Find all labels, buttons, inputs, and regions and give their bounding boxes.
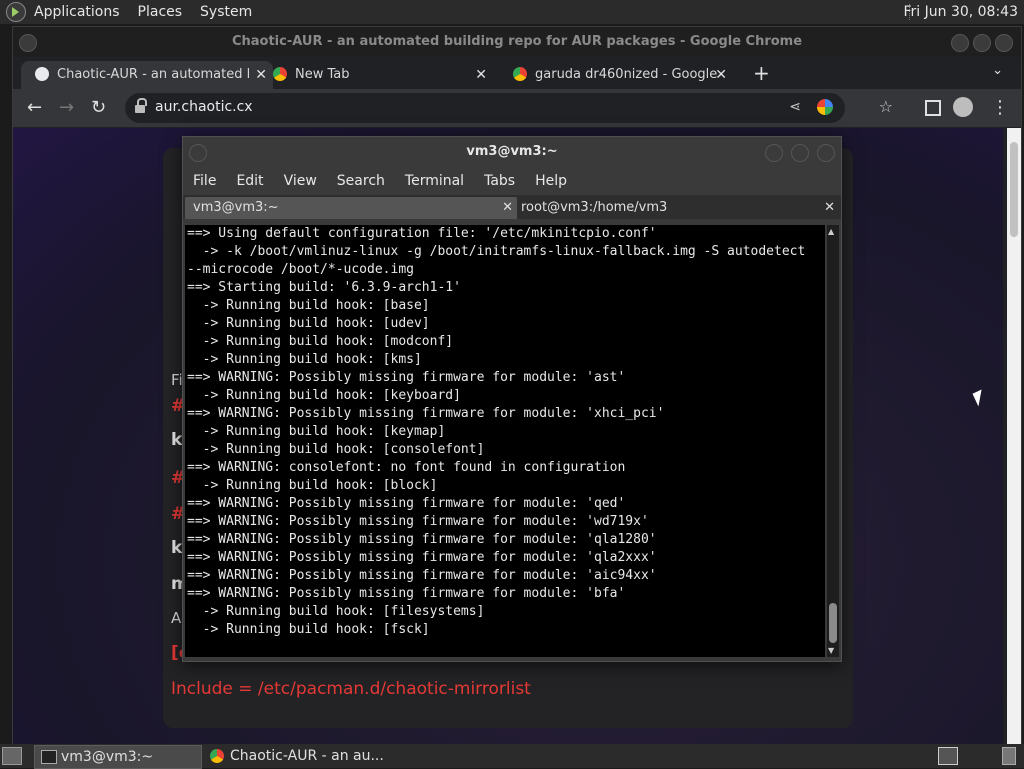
- workspace-switcher-icon[interactable]: [938, 747, 958, 765]
- tab-label: Chaotic-AUR - an automated l: [57, 67, 251, 82]
- page-scrollbar[interactable]: [1007, 128, 1021, 745]
- close-tab-icon[interactable]: ✕: [824, 197, 835, 219]
- maximize-button[interactable]: [973, 34, 991, 52]
- tab-strip: Chaotic-AUR - an automated l ✕ New Tab ✕…: [13, 57, 1021, 110]
- terminal-tab-vm3[interactable]: vm3@vm3:~ ✕: [185, 197, 517, 219]
- menu-applications[interactable]: Applications: [34, 4, 120, 20]
- page-text-fragment: A: [171, 609, 182, 627]
- terminal-scrollbar[interactable]: ▲ ▼: [827, 225, 839, 657]
- tab-chaotic-aur[interactable]: Chaotic-AUR - an automated l ✕: [21, 61, 273, 89]
- menu-tabs[interactable]: Tabs: [484, 173, 515, 189]
- chrome-icon: [210, 749, 224, 763]
- show-desktop-icon[interactable]: [2, 747, 22, 765]
- minimize-button[interactable]: [765, 144, 783, 162]
- close-button[interactable]: [995, 34, 1013, 52]
- tab-google-search[interactable]: garuda dr460nized - Google Se ✕: [511, 61, 733, 110]
- terminal-tab-root[interactable]: root@vm3:/home/vm3 ✕: [513, 197, 839, 219]
- google-lens-icon[interactable]: [817, 99, 833, 115]
- window-menu-button[interactable]: [19, 34, 37, 52]
- menu-file[interactable]: File: [193, 173, 216, 189]
- bookmark-star-icon[interactable]: ☆: [879, 97, 893, 116]
- new-tab-plus-icon[interactable]: +: [753, 61, 770, 85]
- reload-icon[interactable]: ↻: [91, 97, 106, 118]
- clock[interactable]: Fri Jun 30, 08:43: [903, 4, 1018, 20]
- menu-system[interactable]: System: [200, 4, 252, 20]
- page-text-fragment: Include = /etc/pacman.d/chaotic-mirrorli…: [171, 679, 531, 699]
- terminal-output[interactable]: ==> Using default configuration file: '/…: [185, 225, 825, 657]
- page-text-fragment: k: [171, 538, 183, 558]
- side-panel-icon[interactable]: [925, 100, 941, 116]
- scroll-down-icon[interactable]: ▼: [828, 646, 834, 655]
- maximize-button[interactable]: [791, 144, 809, 162]
- taskbar-item-label: Chaotic-AUR - an au...: [230, 748, 384, 764]
- terminal-window: vm3@vm3:~ File Edit View Search Terminal…: [182, 136, 842, 662]
- forward-arrow-icon[interactable]: →: [59, 97, 74, 118]
- scrollbar-thumb[interactable]: [1010, 142, 1018, 237]
- profile-avatar-icon[interactable]: [953, 97, 973, 117]
- share-icon[interactable]: ⋖: [789, 99, 801, 115]
- close-tab-icon[interactable]: ✕: [502, 197, 513, 219]
- tab-new-tab[interactable]: New Tab ✕: [271, 61, 493, 89]
- google-icon: [513, 66, 527, 81]
- terminal-menubar: File Edit View Search Terminal Tabs Help: [183, 167, 841, 195]
- terminal-window-title: vm3@vm3:~: [466, 144, 558, 159]
- tab-search-chevron-icon[interactable]: ⌄: [992, 63, 1003, 78]
- menu-edit[interactable]: Edit: [236, 173, 263, 189]
- close-tab-icon[interactable]: ✕: [715, 61, 727, 89]
- top-panel: Applications Places System Fri Jun 30, 0…: [0, 0, 1024, 24]
- terminal-titlebar[interactable]: vm3@vm3:~: [183, 137, 841, 167]
- chrome-icon: [273, 66, 287, 81]
- distro-logo-icon[interactable]: [6, 2, 26, 22]
- close-tab-icon[interactable]: ✕: [475, 61, 487, 89]
- terminal-tab-label: vm3@vm3:~: [193, 200, 279, 215]
- taskbar-item-terminal[interactable]: vm3@vm3:~: [34, 745, 202, 769]
- close-button[interactable]: [817, 144, 835, 162]
- back-arrow-icon[interactable]: ←: [27, 97, 42, 118]
- menu-help[interactable]: Help: [535, 173, 567, 189]
- browser-toolbar: ← → ↻ aur.chaotic.cx ⋖ ☆ ⋮: [13, 89, 1021, 127]
- url-text[interactable]: aur.chaotic.cx: [155, 99, 253, 115]
- close-tab-icon[interactable]: ✕: [255, 61, 267, 89]
- terminal-tabs: vm3@vm3:~ ✕ root@vm3:/home/vm3 ✕: [183, 195, 841, 219]
- page-text-fragment: k: [171, 430, 183, 450]
- lock-icon[interactable]: [135, 98, 147, 113]
- menu-search[interactable]: Search: [337, 173, 385, 189]
- terminal-tab-label: root@vm3:/home/vm3: [521, 200, 668, 215]
- menu-places[interactable]: Places: [138, 4, 183, 20]
- terminal-icon: [41, 750, 57, 764]
- menu-terminal[interactable]: Terminal: [405, 173, 464, 189]
- page-text-fragment: Fi: [171, 371, 183, 389]
- address-bar[interactable]: aur.chaotic.cx ⋖ ☆: [125, 93, 893, 123]
- menu-view[interactable]: View: [284, 173, 317, 189]
- kebab-menu-icon[interactable]: ⋮: [991, 97, 1009, 118]
- taskbar-item-chrome[interactable]: Chaotic-AUR - an au...: [204, 745, 420, 767]
- chrome-window-title: Chaotic-AUR - an automated building repo…: [231, 34, 803, 49]
- taskbar-item-label: vm3@vm3:~: [61, 749, 154, 765]
- globe-icon: [35, 66, 49, 81]
- scrollbar-thumb[interactable]: [829, 603, 837, 643]
- tab-label: New Tab: [295, 67, 350, 82]
- terminal-text[interactable]: ==> Using default configuration file: '/…: [185, 225, 825, 639]
- chrome-titlebar[interactable]: Chaotic-AUR - an automated building repo…: [13, 27, 1021, 57]
- trash-icon[interactable]: [1002, 747, 1016, 765]
- taskbar: vm3@vm3:~ Chaotic-AUR - an au...: [0, 744, 1024, 769]
- minimize-button[interactable]: [951, 34, 969, 52]
- scroll-up-icon[interactable]: ▲: [828, 227, 834, 236]
- window-menu-button[interactable]: [189, 144, 207, 162]
